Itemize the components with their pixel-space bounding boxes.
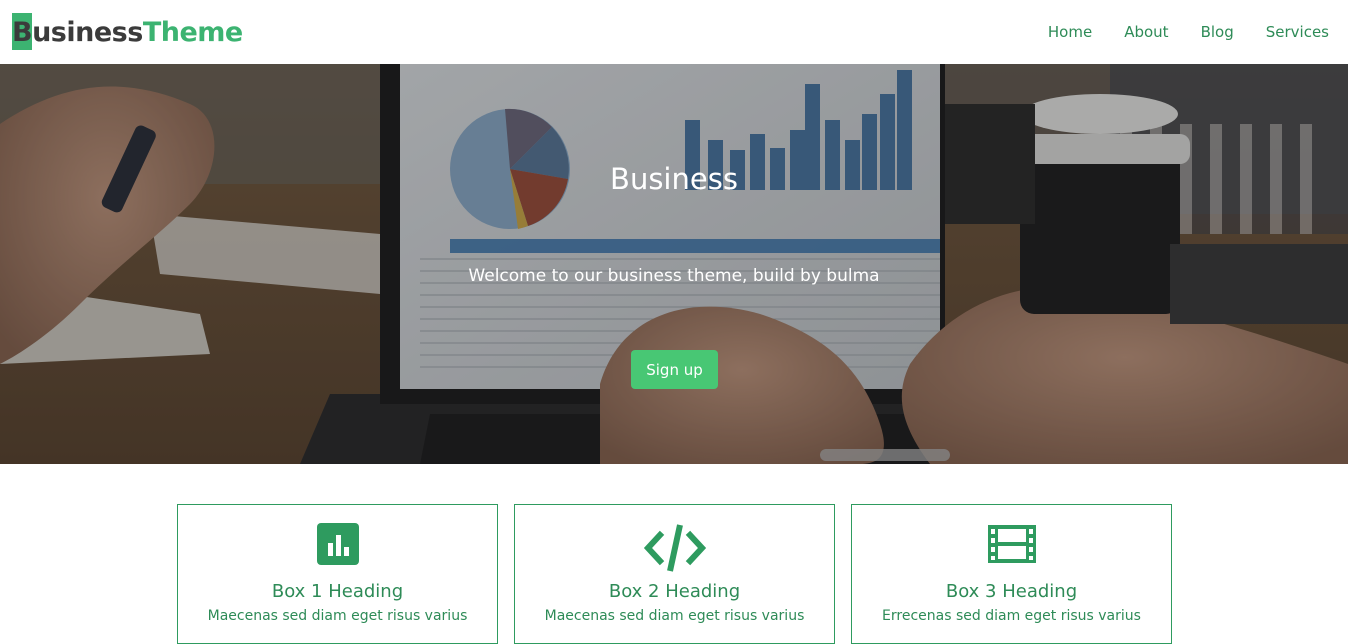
box-3-heading: Box 3 Heading	[945, 581, 1078, 602]
navbar: Business Theme Home About Blog Services	[0, 0, 1348, 64]
hero-overlay	[0, 64, 1348, 464]
nav-links: Home About Blog Services	[1016, 23, 1329, 41]
nav-link-services[interactable]: Services	[1266, 23, 1329, 41]
nav-link-about[interactable]: About	[1124, 23, 1168, 41]
hero-section: Business Welcome to our business theme, …	[0, 64, 1348, 464]
code-icon	[643, 524, 706, 572]
brand-logo-second-word: Theme	[142, 16, 243, 48]
box-1-heading: Box 1 Heading	[271, 581, 404, 602]
box-2-heading: Box 2 Heading	[608, 581, 741, 602]
brand-logo[interactable]: Business Theme	[12, 12, 243, 52]
hero-title: Business	[610, 162, 738, 196]
feature-box-3: Box 3 Heading Errecenas sed diam eget ri…	[851, 504, 1172, 644]
feature-box-2: Box 2 Heading Maecenas sed diam eget ris…	[514, 504, 835, 644]
brand-logo-first-word: Business	[12, 16, 143, 48]
feature-box-1: Box 1 Heading Maecenas sed diam eget ris…	[177, 504, 498, 644]
nav-link-home[interactable]: Home	[1048, 23, 1092, 41]
bar-chart-icon	[316, 523, 359, 565]
signup-button[interactable]: Sign up	[631, 350, 718, 389]
nav-link-blog[interactable]: Blog	[1201, 23, 1234, 41]
film-icon	[987, 525, 1036, 563]
hero-subtitle: Welcome to our business theme, build by …	[468, 266, 880, 286]
